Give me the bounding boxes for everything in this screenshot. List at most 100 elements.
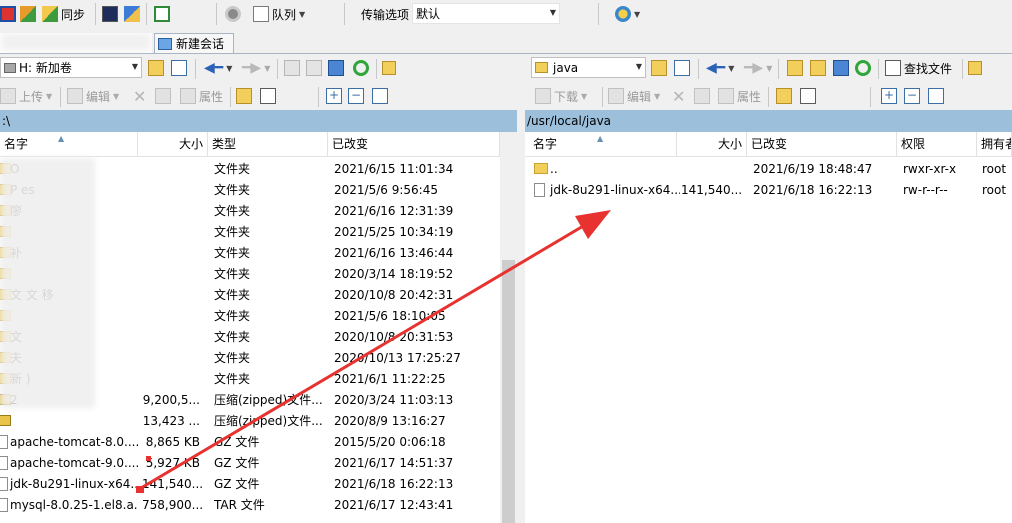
toolbar-divider	[376, 59, 377, 79]
right-home-button[interactable]	[833, 57, 849, 79]
preferences-button[interactable]	[225, 3, 241, 25]
find-files-button[interactable]: 查找文件	[885, 57, 952, 79]
file-row[interactable]: jdk-8u291-linux-x64... 141,540... GZ 文件 202…	[0, 474, 517, 495]
right-properties-button[interactable]: 属性	[718, 85, 761, 107]
right-open-folder-button[interactable]	[651, 57, 667, 79]
console-button[interactable]	[102, 3, 118, 25]
left-scrollbar[interactable]	[500, 132, 517, 523]
file-row[interactable]: mysql-8.0.25-1.el8.a... 758,900... TAR 文件 2…	[0, 495, 517, 516]
toolbar-divider	[344, 3, 345, 25]
left-find-button[interactable]	[382, 57, 396, 79]
file-row[interactable]: jdk-8u291-linux-x64.... 141,540... 2021/6/…	[525, 180, 1012, 201]
new-connection-button[interactable]	[0, 3, 16, 25]
right-forward-button[interactable]: ━▶ ▼	[744, 57, 772, 79]
file-name: apache-tomcat-8.0....	[0, 432, 138, 453]
redacted-session	[2, 34, 150, 50]
right-edit-button[interactable]: 编辑 ▼	[608, 85, 660, 107]
file-owner: root	[978, 159, 1012, 180]
left-properties-button[interactable]: 属性	[180, 85, 223, 107]
left-delete-button[interactable]: ✕	[133, 85, 146, 107]
download-button[interactable]: 下载 ▼	[535, 85, 587, 107]
column-type[interactable]: 类型	[208, 132, 328, 157]
left-back-button[interactable]: ◀━ ▼	[204, 57, 232, 79]
file-modified-text: 2021/6/17 14:51:37	[334, 456, 454, 470]
file-size	[138, 222, 204, 243]
right-folder-select[interactable]: java ▼	[531, 57, 646, 78]
left-home-button[interactable]	[328, 57, 344, 79]
column-name[interactable]: 名字 ▲	[0, 132, 138, 157]
right-select-all-button[interactable]: +	[881, 85, 897, 107]
tree-icon	[382, 61, 396, 75]
file-size: 13,423 ...	[138, 411, 204, 432]
transfer-settings-select[interactable]: 默认 ▼	[412, 3, 560, 24]
right-new-folder-button[interactable]	[776, 85, 792, 107]
putty-button[interactable]	[124, 3, 140, 25]
right-path: /usr/local/java	[527, 114, 612, 128]
refresh-session-button[interactable]	[154, 3, 170, 25]
file-permissions: rwxr-xr-x	[899, 159, 977, 180]
left-root-dir-button[interactable]	[306, 57, 322, 79]
left-refresh-button[interactable]	[353, 57, 369, 79]
right-tree-button[interactable]	[968, 57, 982, 79]
tab-new-session[interactable]: 新建会话	[154, 33, 234, 53]
column-modified[interactable]: 已改变	[328, 132, 500, 157]
left-scrollbar-thumb[interactable]	[502, 260, 515, 523]
left-open-folder-button[interactable]	[148, 57, 164, 79]
file-row[interactable]: .. 2021/6/19 18:48:47 rwxr-xr-x root	[525, 159, 1012, 180]
column-permissions[interactable]: 权限	[897, 132, 977, 157]
file-row[interactable]: apache-tomcat-8.0.... 8,865 KB GZ 文件 2015/5…	[0, 432, 517, 453]
right-delete-button[interactable]: ✕	[672, 85, 685, 107]
upload-button[interactable]: 上传 ▼	[0, 85, 52, 107]
file-type-text: 文件夹	[214, 225, 251, 239]
column-name[interactable]: 名字 ▲	[525, 132, 677, 157]
sort-up-icon: ▲	[597, 134, 604, 143]
right-deselect-button[interactable]: −	[904, 85, 920, 107]
left-new-folder-button[interactable]	[236, 85, 252, 107]
compare-button[interactable]	[20, 3, 36, 25]
pane-splitter[interactable]	[517, 110, 525, 523]
left-forward-button[interactable]: ━▶ ▼	[242, 57, 270, 79]
file-name-text: jdk-8u291-linux-x64....	[550, 183, 680, 197]
file-modified-text: 2020/10/8 20:31:53	[334, 330, 454, 344]
left-drive-select[interactable]: H: 新加卷 ▼	[0, 57, 142, 78]
right-back-button[interactable]: ◀━ ▼	[706, 57, 734, 79]
sync-button[interactable]: 同步	[42, 3, 85, 25]
left-edit-button[interactable]: 编辑 ▼	[67, 85, 119, 107]
file-row[interactable]: 13,423 ... 压缩(zipped)文件... 2020/8/9 13:16:…	[0, 411, 517, 432]
chevron-down-icon: ▼	[581, 91, 588, 101]
open-folder-icon	[651, 60, 667, 76]
column-owner[interactable]: 拥有者	[977, 132, 1012, 157]
left-new-file-button[interactable]	[260, 85, 276, 107]
left-select-all-button[interactable]: +	[326, 85, 342, 107]
left-rename-button[interactable]	[155, 85, 171, 107]
refresh-icon	[353, 60, 369, 76]
column-size[interactable]: 大小	[677, 132, 747, 157]
left-deselect-button[interactable]: −	[348, 85, 364, 107]
compare-icon	[20, 6, 36, 22]
file-name	[0, 411, 138, 432]
file-name-text: apache-tomcat-9.0....	[10, 456, 138, 470]
right-rename-button[interactable]	[694, 85, 710, 107]
left-parent-dir-button[interactable]	[284, 57, 300, 79]
column-owner-label: 拥有者	[981, 137, 1011, 151]
chevron-down-icon: ▼	[766, 63, 773, 73]
right-list-header: 名字 ▲ 大小 已改变 权限 拥有者	[525, 132, 1012, 157]
left-filter-select-button[interactable]	[372, 85, 388, 107]
synchronize-browsing-button[interactable]: ▼	[615, 3, 640, 25]
right-parent-dir-button[interactable]	[787, 57, 803, 79]
right-filter-button[interactable]	[674, 57, 690, 79]
right-root-dir-button[interactable]	[810, 57, 826, 79]
toolbar-divider	[598, 3, 599, 25]
column-name-label: 名字	[533, 137, 558, 151]
file-modified-text: 2021/6/15 11:01:34	[334, 162, 454, 176]
toolbar-divider	[698, 59, 699, 79]
queue-button[interactable]: 队列 ▼	[253, 3, 305, 25]
right-refresh-button[interactable]	[855, 57, 871, 79]
file-row[interactable]: apache-tomcat-9.0.... 5,927 KB GZ 文件 2021/6…	[0, 453, 517, 474]
right-new-file-button[interactable]	[800, 85, 816, 107]
right-folder-label: java	[553, 60, 579, 75]
column-modified[interactable]: 已改变	[747, 132, 897, 157]
left-filter-button[interactable]	[171, 57, 187, 79]
column-size[interactable]: 大小	[138, 132, 208, 157]
right-filter-select-button[interactable]	[928, 85, 944, 107]
